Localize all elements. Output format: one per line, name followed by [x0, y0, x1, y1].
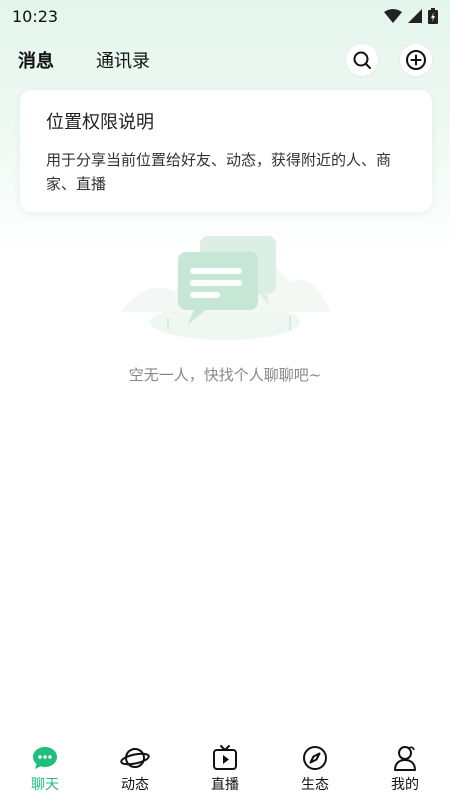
nav-item-moments[interactable]: 动态 — [95, 744, 175, 794]
nav-label-chat: 聊天 — [31, 777, 59, 793]
nav-item-profile[interactable]: 我的 — [365, 744, 445, 794]
tv-play-icon — [213, 745, 237, 770]
search-icon — [353, 51, 371, 69]
battery-icon — [428, 8, 438, 24]
header-actions — [346, 44, 432, 76]
nav-item-live[interactable]: 直播 — [185, 744, 265, 794]
permission-title: 位置权限说明 — [46, 112, 154, 133]
top-header: 消息 通讯录 — [0, 40, 450, 80]
nav-label-live: 直播 — [211, 777, 239, 793]
add-button[interactable] — [400, 44, 432, 76]
wifi-icon — [384, 9, 402, 23]
nav-item-ecology[interactable]: 生态 — [275, 744, 355, 794]
tab-contacts[interactable]: 通讯录 — [96, 47, 150, 73]
nav-item-chat[interactable]: 聊天 — [5, 744, 85, 794]
signal-icon — [408, 9, 422, 23]
empty-state-text: 空无一人，快找个人聊聊吧~ — [128, 366, 322, 384]
nav-label-moments: 动态 — [121, 777, 149, 793]
chat-bubbles-illustration — [120, 236, 330, 340]
user-icon — [394, 746, 416, 771]
status-icons — [384, 8, 438, 24]
status-time: 10:23 — [12, 6, 59, 26]
planet-icon — [120, 748, 150, 768]
chat-icon — [33, 747, 57, 769]
search-button[interactable] — [346, 44, 378, 76]
status-bar: 10:23 — [0, 0, 450, 32]
nav-label-ecology: 生态 — [301, 777, 329, 793]
bottom-nav: 聊天 动态 直播 生态 我的 — [0, 738, 450, 800]
tab-messages[interactable]: 消息 — [16, 47, 56, 79]
nav-label-profile: 我的 — [391, 777, 419, 793]
permission-card: 位置权限说明 用于分享当前位置给好友、动态，获得附近的人、商家、直播 — [20, 90, 432, 212]
permission-description: 用于分享当前位置给好友、动态，获得附近的人、商家、直播 — [46, 151, 392, 193]
plus-circle-icon — [406, 50, 426, 70]
compass-icon — [303, 746, 327, 770]
